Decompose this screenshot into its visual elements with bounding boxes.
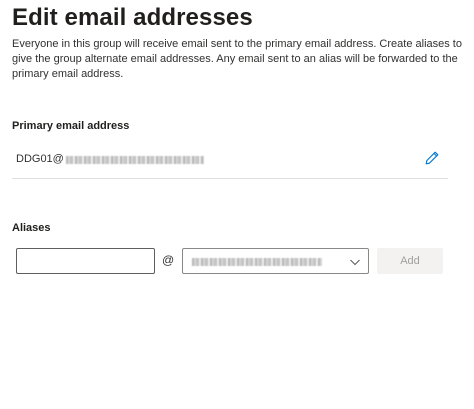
chevron-down-icon — [350, 259, 360, 266]
at-symbol: @ — [162, 253, 175, 267]
alias-input[interactable] — [16, 248, 155, 274]
primary-email-label: Primary email address — [12, 120, 130, 132]
aliases-label: Aliases — [12, 222, 51, 234]
pencil-icon — [425, 151, 439, 165]
domain-dropdown[interactable] — [182, 248, 369, 274]
edit-email-panel: Edit email addresses Everyone in this gr… — [0, 0, 474, 409]
redacted-domain-selection — [192, 258, 322, 266]
edit-primary-email-button[interactable] — [424, 150, 440, 166]
primary-email-value: DDG01@ — [16, 153, 204, 165]
page-description: Everyone in this group will receive emai… — [12, 38, 462, 80]
add-alias-button[interactable]: Add — [377, 248, 443, 274]
primary-email-row: DDG01@ — [12, 139, 448, 179]
redacted-domain — [65, 155, 204, 164]
page-title: Edit email addresses — [12, 4, 253, 31]
primary-email-prefix: DDG01@ — [16, 153, 64, 165]
